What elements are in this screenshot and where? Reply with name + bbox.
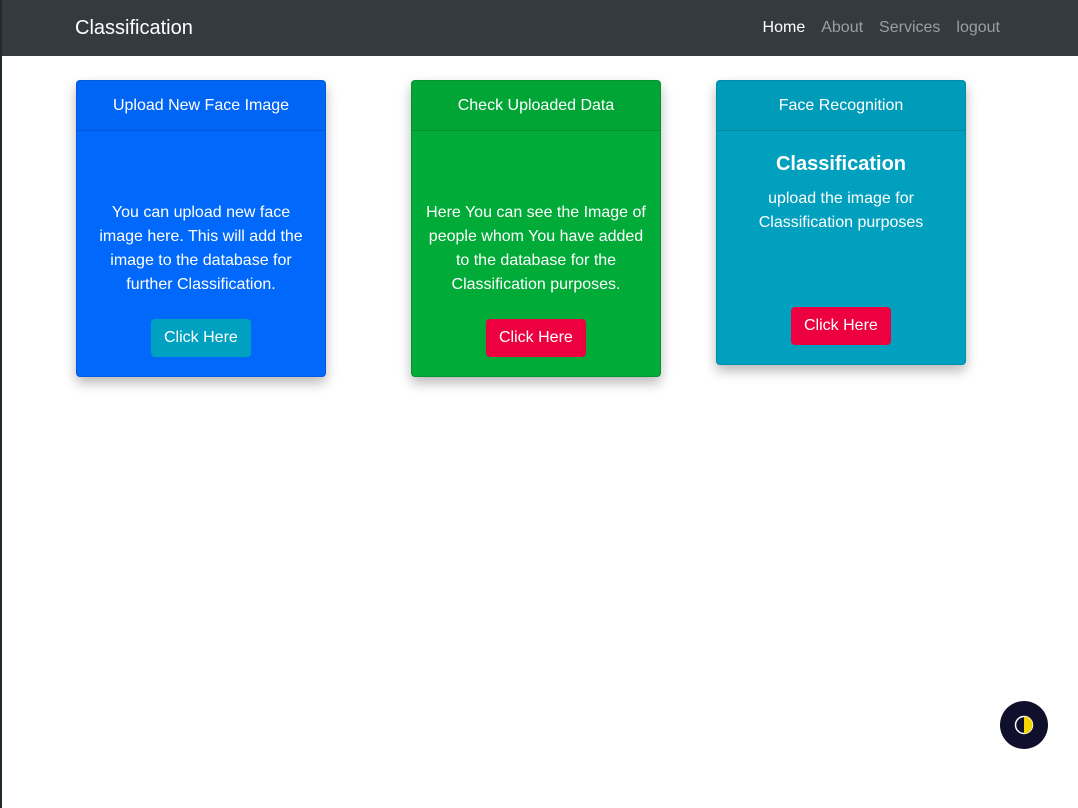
nav-link-home[interactable]: Home (763, 16, 806, 40)
card-text: upload the image for Classification purp… (758, 190, 924, 231)
card-body: Here You can see the Image of people who… (412, 131, 660, 378)
upload-face-card: Upload New Face Image You can upload new… (76, 80, 326, 377)
check-data-card: Check Uploaded Data Here You can see the… (411, 80, 661, 377)
nav-link-logout[interactable]: logout (956, 16, 1000, 40)
card-text: You can upload new face image here. This… (99, 204, 303, 293)
nav-links: Home About Services logout (763, 16, 1000, 40)
card-title: Classification (775, 153, 907, 175)
card-header: Upload New Face Image (77, 81, 325, 131)
card-header: Check Uploaded Data (412, 81, 660, 131)
nav-link-about[interactable]: About (821, 16, 863, 40)
card-body: You can upload new face image here. This… (77, 131, 325, 378)
upload-click-here-button[interactable]: Click Here (151, 319, 251, 357)
nav-link-services[interactable]: Services (879, 16, 940, 40)
card-body: Classification upload the image for Clas… (717, 131, 965, 366)
card-header: Face Recognition (717, 81, 965, 131)
face-recognition-card: Face Recognition Classification upload t… (716, 80, 966, 365)
theme-toggle-button[interactable] (1000, 701, 1048, 749)
check-data-click-here-button[interactable]: Click Here (486, 319, 586, 357)
recognition-click-here-button[interactable]: Click Here (791, 307, 891, 345)
page: Classification Home About Services logou… (0, 0, 1078, 808)
brand[interactable]: Classification (75, 15, 193, 41)
half-moon-icon (1014, 715, 1034, 735)
card-text: Here You can see the Image of people who… (426, 204, 646, 293)
navbar: Classification Home About Services logou… (2, 0, 1078, 56)
